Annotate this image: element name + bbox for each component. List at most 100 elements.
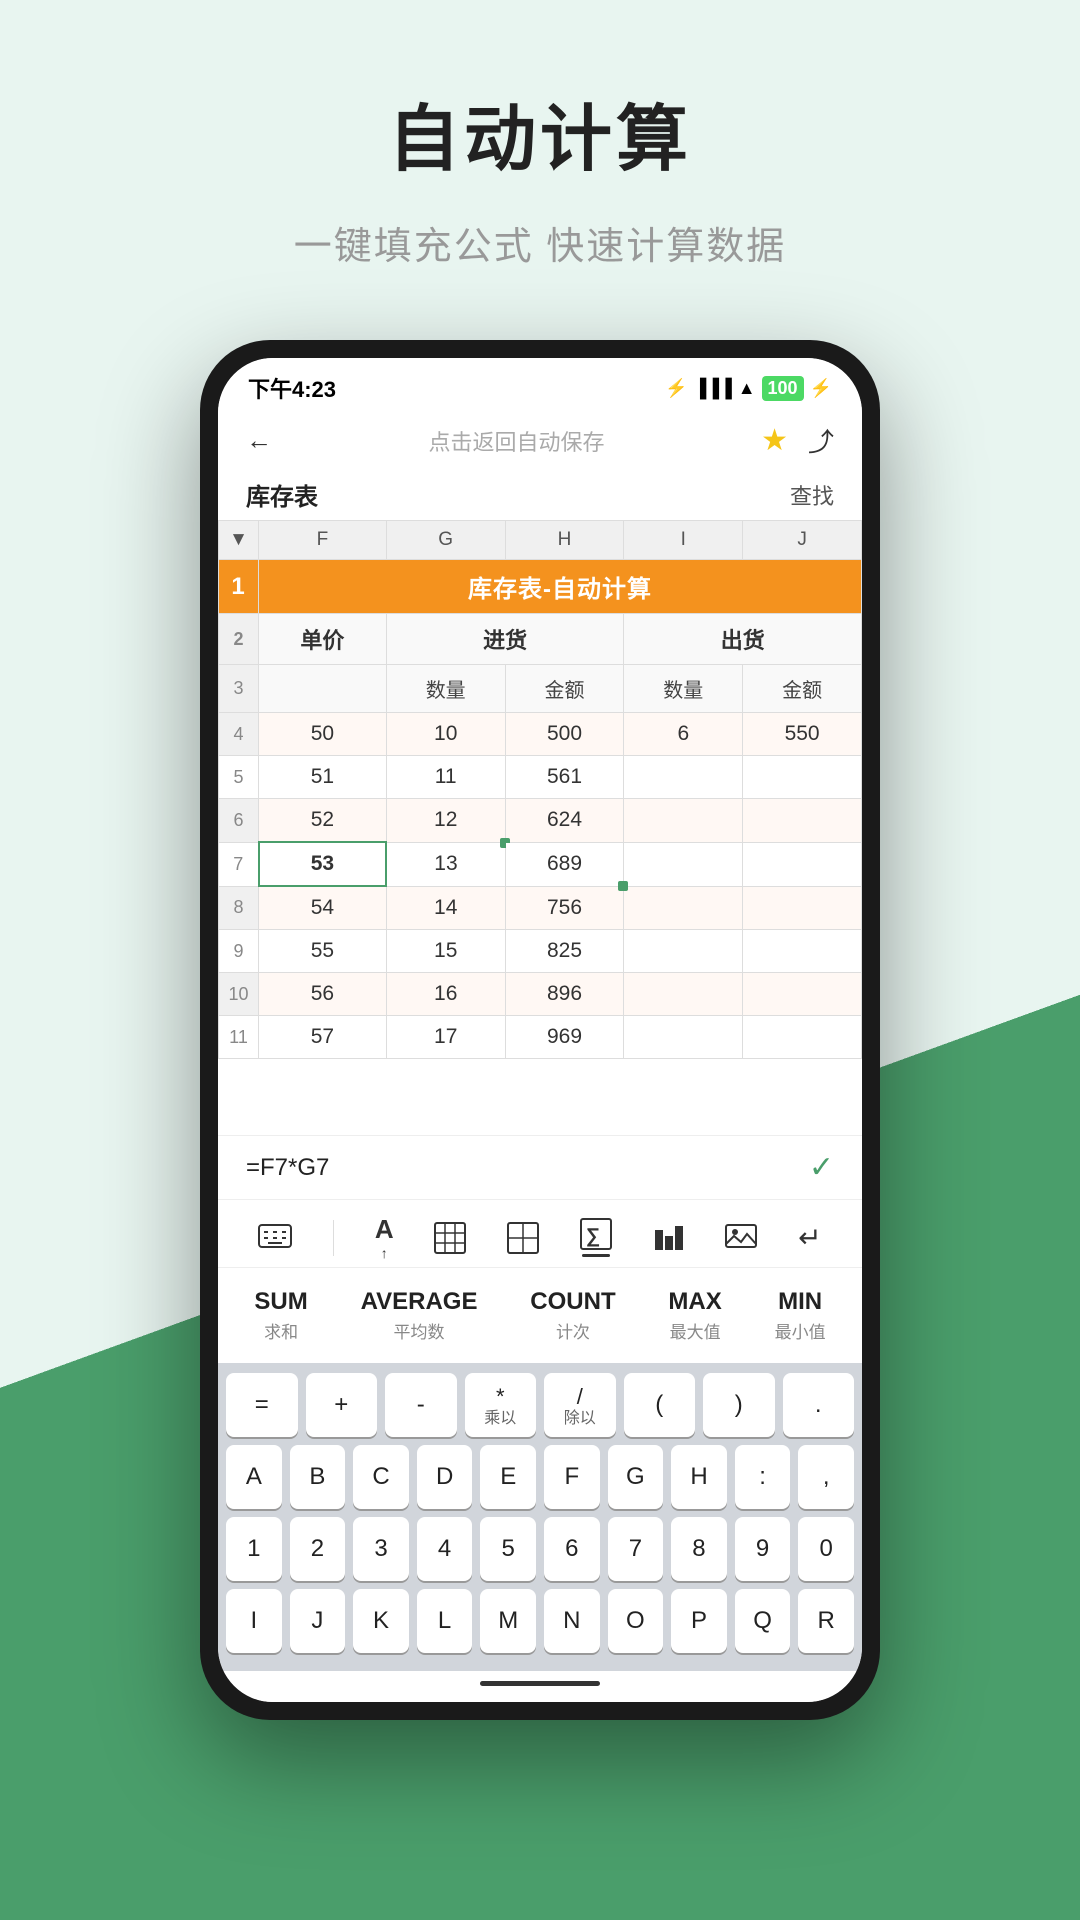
key-b[interactable]: B bbox=[290, 1445, 346, 1509]
key-dot[interactable]: . bbox=[783, 1373, 855, 1437]
key-colon[interactable]: : bbox=[735, 1445, 791, 1509]
key-l[interactable]: L bbox=[417, 1589, 473, 1653]
cell-i8[interactable] bbox=[624, 886, 743, 930]
cell-g5[interactable]: 11 bbox=[386, 756, 505, 799]
spreadsheet-title-cell[interactable]: 库存表-自动计算 bbox=[259, 560, 862, 614]
key-1[interactable]: 1 bbox=[226, 1517, 282, 1581]
key-e[interactable]: E bbox=[480, 1445, 536, 1509]
key-f[interactable]: F bbox=[544, 1445, 600, 1509]
func-min[interactable]: MIN 最小值 bbox=[759, 1282, 842, 1349]
key-3[interactable]: 3 bbox=[353, 1517, 409, 1581]
key-lparen[interactable]: ( bbox=[624, 1373, 696, 1437]
find-button[interactable]: 查找 bbox=[790, 479, 834, 511]
cell-i10[interactable] bbox=[624, 973, 743, 1016]
key-k[interactable]: K bbox=[353, 1589, 409, 1653]
toolbar-chart-icon[interactable] bbox=[653, 1222, 685, 1254]
func-count[interactable]: COUNT 计次 bbox=[514, 1282, 631, 1349]
back-button[interactable]: ← bbox=[246, 425, 272, 456]
col-f[interactable]: F bbox=[259, 521, 387, 560]
cell-gh2[interactable]: 进货 bbox=[386, 614, 624, 665]
formula-confirm-button[interactable]: ✓ bbox=[809, 1150, 834, 1185]
func-max[interactable]: MAX 最大值 bbox=[652, 1282, 737, 1349]
key-multiply[interactable]: * 乘以 bbox=[465, 1373, 537, 1437]
cell-f2[interactable]: 单价 bbox=[259, 614, 387, 665]
key-4[interactable]: 4 bbox=[417, 1517, 473, 1581]
key-q[interactable]: Q bbox=[735, 1589, 791, 1653]
key-m[interactable]: M bbox=[480, 1589, 536, 1653]
cell-i6[interactable] bbox=[624, 799, 743, 843]
share-icon[interactable]: ⤴ bbox=[808, 422, 834, 459]
key-g[interactable]: G bbox=[608, 1445, 664, 1509]
col-j[interactable]: J bbox=[743, 521, 862, 560]
cell-h10[interactable]: 896 bbox=[505, 973, 624, 1016]
cell-g4[interactable]: 10 bbox=[386, 713, 505, 756]
key-6[interactable]: 6 bbox=[544, 1517, 600, 1581]
key-minus[interactable]: - bbox=[385, 1373, 457, 1437]
cell-g6[interactable]: 12 bbox=[386, 799, 505, 843]
cell-f8[interactable]: 54 bbox=[259, 886, 387, 930]
col-i[interactable]: I bbox=[624, 521, 743, 560]
key-h[interactable]: H bbox=[671, 1445, 727, 1509]
cell-g7[interactable]: 13 bbox=[386, 842, 505, 886]
cell-f6[interactable]: 52 bbox=[259, 799, 387, 843]
cell-f7-selected[interactable]: 53 bbox=[259, 842, 387, 886]
cell-i9[interactable] bbox=[624, 930, 743, 973]
toolbar-keyboard-icon[interactable] bbox=[258, 1224, 292, 1252]
cell-g8[interactable]: 14 bbox=[386, 886, 505, 930]
cell-j8[interactable] bbox=[743, 886, 862, 930]
cell-ij2[interactable]: 出货 bbox=[624, 614, 862, 665]
func-average[interactable]: AVERAGE 平均数 bbox=[345, 1282, 494, 1349]
cell-j7[interactable] bbox=[743, 842, 862, 886]
cell-h11[interactable]: 969 bbox=[505, 1016, 624, 1059]
key-equals[interactable]: = bbox=[226, 1373, 298, 1437]
key-n[interactable]: N bbox=[544, 1589, 600, 1653]
key-5[interactable]: 5 bbox=[480, 1517, 536, 1581]
cell-j6[interactable] bbox=[743, 799, 862, 843]
key-0[interactable]: 0 bbox=[798, 1517, 854, 1581]
star-icon[interactable]: ★ bbox=[761, 423, 788, 458]
col-g[interactable]: G bbox=[386, 521, 505, 560]
cell-f5[interactable]: 51 bbox=[259, 756, 387, 799]
cell-i4[interactable]: 6 bbox=[624, 713, 743, 756]
cell-g11[interactable]: 17 bbox=[386, 1016, 505, 1059]
toolbar-cell-icon[interactable] bbox=[507, 1222, 539, 1254]
key-r[interactable]: R bbox=[798, 1589, 854, 1653]
cell-i5[interactable] bbox=[624, 756, 743, 799]
toolbar-text-icon[interactable]: A↑ bbox=[375, 1214, 394, 1261]
key-rparen[interactable]: ) bbox=[703, 1373, 775, 1437]
cell-i11[interactable] bbox=[624, 1016, 743, 1059]
key-d[interactable]: D bbox=[417, 1445, 473, 1509]
cell-h4[interactable]: 500 bbox=[505, 713, 624, 756]
key-p[interactable]: P bbox=[671, 1589, 727, 1653]
cell-f10[interactable]: 56 bbox=[259, 973, 387, 1016]
cell-j11[interactable] bbox=[743, 1016, 862, 1059]
cell-g9[interactable]: 15 bbox=[386, 930, 505, 973]
col-h[interactable]: H bbox=[505, 521, 624, 560]
cell-f4[interactable]: 50 bbox=[259, 713, 387, 756]
key-j[interactable]: J bbox=[290, 1589, 346, 1653]
toolbar-enter-icon[interactable]: ↵ bbox=[798, 1221, 821, 1254]
func-sum[interactable]: SUM 求和 bbox=[238, 1282, 323, 1349]
cell-f11[interactable]: 57 bbox=[259, 1016, 387, 1059]
cell-j4[interactable]: 550 bbox=[743, 713, 862, 756]
toolbar-table-icon[interactable] bbox=[434, 1222, 466, 1254]
cell-i7[interactable] bbox=[624, 842, 743, 886]
key-9[interactable]: 9 bbox=[735, 1517, 791, 1581]
key-divide[interactable]: / 除以 bbox=[544, 1373, 616, 1437]
cell-j10[interactable] bbox=[743, 973, 862, 1016]
key-7[interactable]: 7 bbox=[608, 1517, 664, 1581]
formula-text[interactable]: =F7*G7 bbox=[246, 1154, 809, 1182]
key-plus[interactable]: + bbox=[306, 1373, 378, 1437]
key-o[interactable]: O bbox=[608, 1589, 664, 1653]
cell-h8[interactable]: 756 bbox=[505, 886, 624, 930]
cell-h7[interactable]: 689 bbox=[505, 842, 624, 886]
cell-h9[interactable]: 825 bbox=[505, 930, 624, 973]
cell-f9[interactable]: 55 bbox=[259, 930, 387, 973]
cell-g10[interactable]: 16 bbox=[386, 973, 505, 1016]
cell-h5[interactable]: 561 bbox=[505, 756, 624, 799]
toolbar-formula-icon[interactable]: ∑ bbox=[580, 1218, 612, 1257]
cell-h6[interactable]: 624 bbox=[505, 799, 624, 843]
cell-j5[interactable] bbox=[743, 756, 862, 799]
key-c[interactable]: C bbox=[353, 1445, 409, 1509]
key-8[interactable]: 8 bbox=[671, 1517, 727, 1581]
